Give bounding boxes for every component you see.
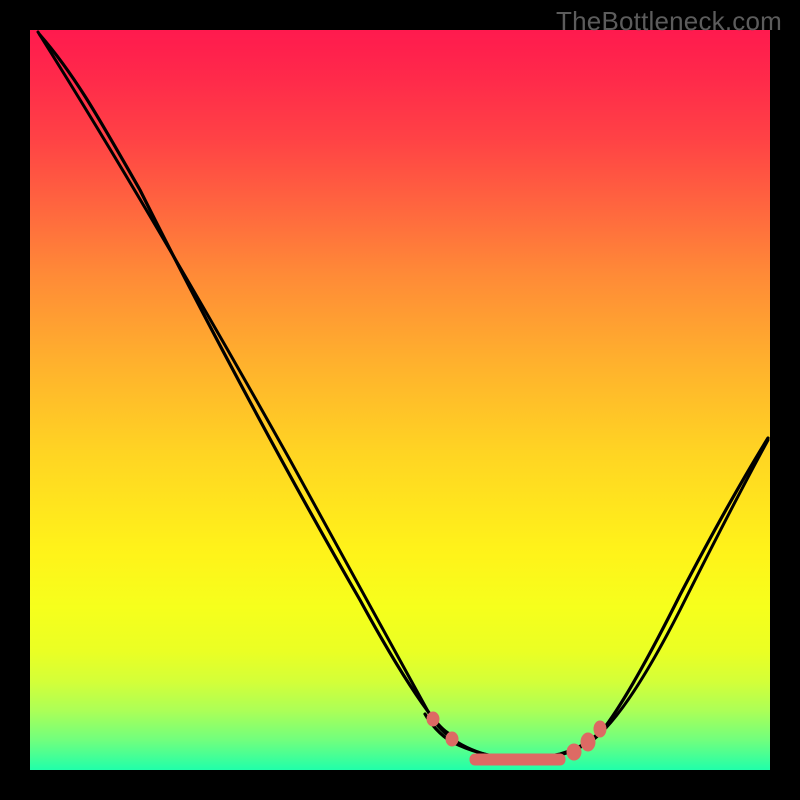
optimal-marker-group <box>427 712 606 765</box>
plot-area <box>30 30 770 770</box>
chart-container: TheBottleneck.com <box>0 0 800 800</box>
bottleneck-curve-smooth <box>38 32 768 760</box>
curve-layer <box>30 30 770 770</box>
watermark-label: TheBottleneck.com <box>556 6 782 37</box>
